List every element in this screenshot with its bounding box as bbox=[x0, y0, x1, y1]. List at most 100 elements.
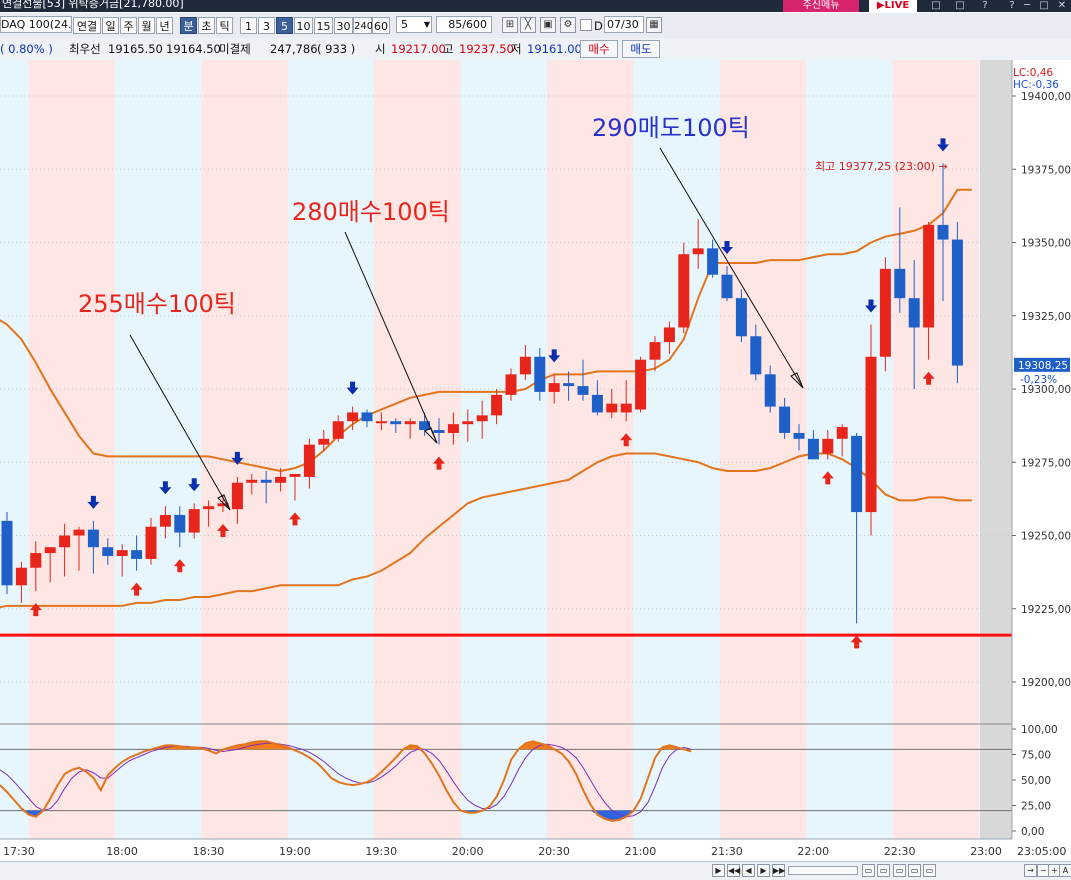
candle-body bbox=[563, 383, 575, 387]
navigation-bar: ▶ ◀◀ ◀ ▶ ▶▶ ▭ ▭ ▭ ▭ ▭ → − + A bbox=[0, 861, 1071, 880]
candle-body bbox=[779, 406, 791, 433]
osc-tick-label: 0,00 bbox=[1021, 826, 1044, 838]
candle-body bbox=[908, 298, 920, 328]
candle-body bbox=[318, 438, 330, 445]
candle-body bbox=[879, 268, 891, 357]
candle-body bbox=[678, 254, 690, 328]
time-label: 22:00 bbox=[797, 845, 829, 858]
candle-body bbox=[44, 547, 56, 554]
candle-body bbox=[534, 356, 546, 392]
candle-body bbox=[375, 421, 387, 424]
hc-label: HC:-0,36 bbox=[1013, 79, 1059, 91]
scroll-right-icon[interactable]: ▶ bbox=[712, 864, 725, 877]
time-label: 19:30 bbox=[365, 845, 397, 858]
candle-body bbox=[462, 421, 474, 425]
candle-body bbox=[865, 356, 877, 513]
candle-body bbox=[131, 550, 143, 559]
time-label: 17:30 bbox=[3, 845, 35, 858]
candle-body bbox=[822, 438, 834, 454]
candle-body bbox=[548, 383, 560, 392]
price-tick-label: 19400,00 bbox=[1021, 91, 1071, 103]
price-tick-label: 19325,00 bbox=[1021, 311, 1071, 323]
shading-band bbox=[374, 60, 461, 860]
trade-annotation-2: 290매도100틱 bbox=[592, 114, 750, 142]
candle-body bbox=[246, 479, 258, 483]
prev-page-icon[interactable]: ◀ bbox=[742, 864, 755, 877]
candle-body bbox=[836, 427, 848, 439]
last-page-icon[interactable]: ▶▶ bbox=[772, 864, 785, 877]
candle-body bbox=[174, 514, 186, 533]
shading-band bbox=[201, 60, 288, 860]
shading-band bbox=[547, 60, 634, 860]
candle-body bbox=[332, 421, 344, 439]
candle-body bbox=[390, 421, 402, 425]
price-tick-label: 19275,00 bbox=[1021, 457, 1071, 469]
candle-body bbox=[447, 424, 459, 433]
lc-label: LC:0,46 bbox=[1013, 67, 1053, 79]
arrow-icon[interactable]: → bbox=[1024, 864, 1037, 877]
time-label: 21:00 bbox=[625, 845, 657, 858]
candle-body bbox=[851, 435, 863, 513]
view-icon-3[interactable]: ▭ bbox=[893, 864, 906, 877]
candle-body bbox=[303, 444, 315, 477]
candle-body bbox=[30, 553, 42, 568]
time-label: 18:30 bbox=[193, 845, 225, 858]
candle-body bbox=[692, 248, 704, 255]
current-change-label: -0,23% bbox=[1020, 374, 1057, 386]
candle-body bbox=[1, 520, 13, 586]
candle-body bbox=[793, 432, 805, 439]
time-label: 18:00 bbox=[106, 845, 138, 858]
text-tool-icon[interactable]: A bbox=[1059, 864, 1071, 877]
high-marker-label: 최고 19377,25 (23:00) → bbox=[815, 160, 948, 173]
candle-body bbox=[519, 356, 531, 375]
candle-body bbox=[807, 438, 819, 460]
candle-body bbox=[606, 403, 618, 413]
candle-body bbox=[635, 359, 647, 410]
next-page-icon[interactable]: ▶ bbox=[757, 864, 770, 877]
candle-body bbox=[735, 298, 747, 337]
trade-annotation-0: 255매수100틱 bbox=[78, 290, 236, 318]
time-label: 23:00 bbox=[970, 845, 1002, 858]
future-area bbox=[980, 60, 1012, 860]
candle-body bbox=[145, 526, 157, 559]
candle-body bbox=[951, 239, 963, 366]
osc-tick-label: 75,00 bbox=[1021, 750, 1051, 762]
time-label: 23:05:00 bbox=[1017, 845, 1066, 858]
candle-body bbox=[476, 415, 488, 422]
candle-body bbox=[620, 403, 632, 413]
candle-body bbox=[73, 529, 85, 536]
candle-body bbox=[361, 412, 373, 422]
price-tick-label: 19375,00 bbox=[1021, 164, 1071, 176]
view-icon-2[interactable]: ▭ bbox=[877, 864, 890, 877]
candle-body bbox=[59, 535, 71, 548]
candle-body bbox=[203, 506, 215, 510]
candle-body bbox=[188, 509, 200, 533]
candle-body bbox=[433, 430, 445, 433]
candle-body bbox=[275, 476, 287, 483]
candle-body bbox=[116, 550, 128, 557]
time-label: 21:30 bbox=[711, 845, 743, 858]
osc-tick-label: 100,00 bbox=[1021, 724, 1058, 736]
candle-body bbox=[491, 394, 503, 416]
view-icon-5[interactable]: ▭ bbox=[923, 864, 936, 877]
price-tick-label: 19250,00 bbox=[1021, 531, 1071, 543]
shading-band bbox=[892, 60, 979, 860]
time-label: 20:30 bbox=[538, 845, 570, 858]
candle-body bbox=[404, 421, 416, 425]
price-tick-label: 19200,00 bbox=[1021, 677, 1071, 689]
candle-body bbox=[937, 224, 949, 240]
price-tick-label: 19350,00 bbox=[1021, 238, 1071, 250]
time-label: 19:00 bbox=[279, 845, 311, 858]
candle-body bbox=[591, 394, 603, 413]
price-tick-label: 19225,00 bbox=[1021, 604, 1071, 616]
scrollbar[interactable] bbox=[788, 866, 858, 875]
trade-annotation-1: 280매수100틱 bbox=[292, 198, 450, 226]
price-chart[interactable]: 255매수100틱 280매수100틱 290매도100틱최고 19377,25 (… bbox=[0, 0, 1071, 861]
view-icon-1[interactable]: ▭ bbox=[862, 864, 875, 877]
first-page-icon[interactable]: ◀◀ bbox=[727, 864, 740, 877]
view-icon-4[interactable]: ▭ bbox=[908, 864, 921, 877]
shading-band bbox=[719, 60, 807, 860]
candle-body bbox=[750, 336, 762, 375]
time-label: 22:30 bbox=[884, 845, 916, 858]
candle-body bbox=[721, 274, 733, 299]
